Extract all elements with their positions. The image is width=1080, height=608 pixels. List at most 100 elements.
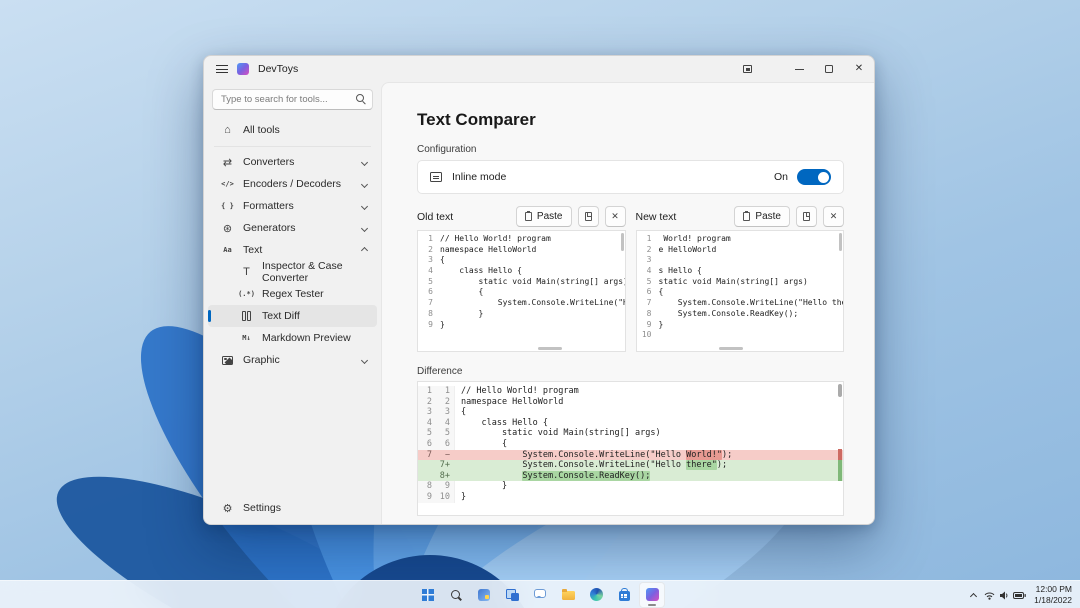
- line-text: {: [440, 287, 483, 298]
- wifi-icon: [984, 591, 995, 600]
- text-diff-icon: [240, 311, 253, 321]
- new-text-paste-button[interactable]: Paste: [734, 206, 790, 227]
- inline-mode-icon: [430, 172, 442, 182]
- new-text-editor[interactable]: 1 World! program2e HelloWorld34s Hello {…: [636, 230, 845, 352]
- configuration-label: Configuration: [417, 144, 844, 155]
- diff-rows: 11// Hello World! program22namespace Hel…: [418, 386, 843, 503]
- new-line-number: −: [435, 450, 455, 461]
- search-input[interactable]: [212, 89, 373, 110]
- close-button[interactable]: ✕: [844, 56, 874, 82]
- line-number: 2: [637, 245, 659, 256]
- sidebar-item-formatters[interactable]: { } Formatters: [208, 195, 377, 217]
- line-text: {: [440, 255, 445, 266]
- line-text: s Hello {: [659, 266, 702, 277]
- new-line-number: 5: [435, 428, 455, 439]
- file-explorer-icon: [562, 591, 575, 600]
- diff-line-text: }: [455, 492, 843, 503]
- editor-line: 5 static void Main(string[] args): [418, 277, 625, 288]
- diff-row: 89 }: [418, 481, 843, 492]
- new-line-number: 4: [435, 418, 455, 429]
- minimize-icon: [795, 69, 804, 70]
- editor-line: 8 }: [418, 309, 625, 320]
- line-text: System.Console.WriteLine("Hello World!")…: [440, 298, 626, 309]
- sidebar-item-label: All tools: [243, 124, 280, 136]
- taskbar-store-button[interactable]: [611, 582, 637, 608]
- old-text-label: Old text: [417, 211, 453, 223]
- taskbar-clock[interactable]: 12:00 PM 1/18/2022: [1034, 584, 1072, 606]
- new-text-header: New text Paste ✕: [636, 206, 845, 227]
- system-tray: 12:00 PM 1/18/2022: [971, 581, 1072, 608]
- paste-icon: [525, 212, 532, 221]
- old-editor-vertical-scrollbar[interactable]: [621, 233, 624, 251]
- widgets-icon: [478, 589, 490, 601]
- taskbar-task-view-button[interactable]: [499, 582, 525, 608]
- sidebar-item-encoders-decoders[interactable]: </> Encoders / Decoders: [208, 173, 377, 195]
- new-text-open-file-button[interactable]: [796, 206, 817, 227]
- taskbar-search-button[interactable]: [443, 582, 469, 608]
- window-title: DevToys: [258, 63, 298, 75]
- sidebar-divider: [214, 146, 371, 147]
- old-text-paste-button[interactable]: Paste: [516, 206, 572, 227]
- inline-mode-state: On: [774, 171, 788, 183]
- old-line-number: 7: [418, 450, 435, 461]
- tray-chevron-up-icon[interactable]: [970, 592, 977, 599]
- tray-status-icons[interactable]: [984, 591, 1026, 600]
- taskbar-file-explorer-button[interactable]: [555, 582, 581, 608]
- converters-icon: ⇄: [221, 156, 234, 169]
- old-line-number: 2: [418, 397, 435, 408]
- old-line-number: 4: [418, 418, 435, 429]
- diff-line-text: {: [455, 439, 843, 450]
- sidebar-item-inspector-case-converter[interactable]: T Inspector & Case Converter: [208, 261, 377, 283]
- editor-line: 1 World! program: [637, 234, 844, 245]
- old-text-clear-button[interactable]: ✕: [605, 206, 626, 227]
- menu-button[interactable]: [216, 65, 228, 73]
- new-text-clear-button[interactable]: ✕: [823, 206, 844, 227]
- sidebar-item-settings[interactable]: ⚙ Settings: [208, 496, 377, 520]
- sidebar-item-converters[interactable]: ⇄ Converters: [208, 151, 377, 173]
- clear-icon: ✕: [611, 212, 619, 221]
- diff-vertical-scrollbar[interactable]: [838, 384, 842, 397]
- new-line-number: 3: [435, 407, 455, 418]
- new-editor-vertical-scrollbar[interactable]: [839, 233, 842, 251]
- line-text: World! program: [659, 234, 731, 245]
- editor-line: 2e HelloWorld: [637, 245, 844, 256]
- new-line-number: 2: [435, 397, 455, 408]
- regex-icon: (.*): [240, 290, 253, 298]
- taskbar-edge-button[interactable]: [583, 582, 609, 608]
- diff-row: 7− System.Console.WriteLine("Hello World…: [418, 450, 843, 461]
- chevron-down-icon: [361, 356, 368, 363]
- title-bar[interactable]: DevToys ✕: [204, 56, 874, 82]
- old-text-open-file-button[interactable]: [578, 206, 599, 227]
- diff-view[interactable]: 11// Hello World! program22namespace Hel…: [417, 381, 844, 516]
- line-number: 5: [637, 277, 659, 288]
- line-number: 8: [418, 309, 440, 320]
- minimize-button[interactable]: [784, 56, 814, 82]
- sidebar-item-text-diff[interactable]: Text Diff: [208, 305, 377, 327]
- compact-overlay-button[interactable]: [732, 56, 762, 82]
- editor-line: 9}: [418, 320, 625, 331]
- sidebar-item-markdown-preview[interactable]: M↓ Markdown Preview: [208, 327, 377, 349]
- new-editor-horizontal-scrollbar[interactable]: [719, 347, 743, 350]
- editor-line: 6 {: [418, 287, 625, 298]
- sidebar-item-graphic[interactable]: Graphic: [208, 349, 377, 371]
- old-text-header: Old text Paste ✕: [417, 206, 626, 227]
- diff-line-text: static void Main(string[] args): [455, 428, 843, 439]
- taskbar-devtoys-button[interactable]: [639, 582, 665, 608]
- old-text-editor[interactable]: 1// Hello World! program2namespace Hello…: [417, 230, 626, 352]
- sidebar-item-all-tools[interactable]: ⌂ All tools: [208, 118, 377, 142]
- diff-line-text: namespace HelloWorld: [455, 397, 843, 408]
- taskbar-chat-button[interactable]: [527, 582, 553, 608]
- maximize-button[interactable]: [814, 56, 844, 82]
- old-editor-horizontal-scrollbar[interactable]: [538, 347, 562, 350]
- inline-mode-toggle[interactable]: [797, 169, 831, 185]
- taskbar-start-button[interactable]: [415, 582, 441, 608]
- line-text: // Hello World! program: [440, 234, 551, 245]
- paste-button-label: Paste: [755, 211, 781, 222]
- line-number: 3: [637, 255, 659, 266]
- sidebar-item-text[interactable]: Aa Text: [208, 239, 377, 261]
- taskbar-widgets-button[interactable]: [471, 582, 497, 608]
- line-number: 8: [637, 309, 659, 320]
- diff-row: 22namespace HelloWorld: [418, 397, 843, 408]
- sidebar-item-regex-tester[interactable]: (.*) Regex Tester: [208, 283, 377, 305]
- sidebar-item-generators[interactable]: ⊛ Generators: [208, 217, 377, 239]
